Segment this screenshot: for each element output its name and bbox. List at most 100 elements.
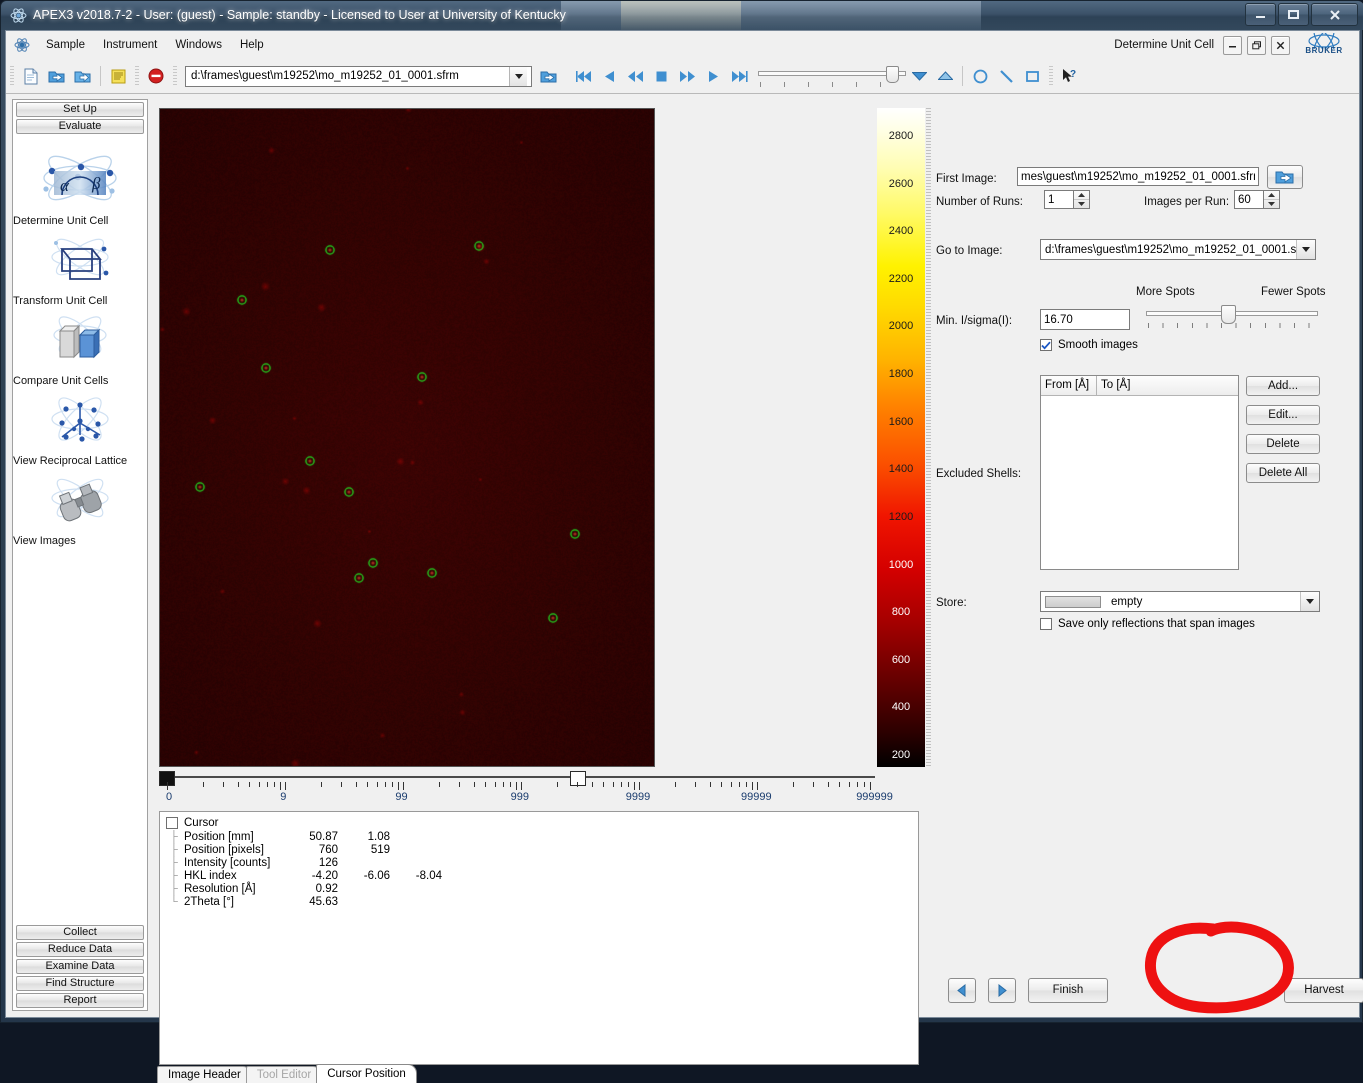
harvest-settings-form: First Image: Number of Runs: I [936, 99, 1363, 1019]
image-navigation-slider[interactable] [758, 63, 906, 89]
sidebar-button-collect[interactable]: Collect [16, 925, 144, 940]
cursor-value-rows: ├ Position [mm] 50.87 1.08 ├ Position [pixels… [170, 830, 918, 908]
tab-image-header[interactable]: Image Header [157, 1066, 252, 1083]
min-isigma-input[interactable] [1040, 309, 1130, 330]
play-icon[interactable] [700, 63, 726, 89]
sidebar-item-view-images[interactable]: View Images [13, 458, 147, 538]
spot-slider-thumb[interactable] [1221, 305, 1236, 324]
images-stepper-down[interactable] [1264, 200, 1279, 208]
previous-image-icon[interactable] [596, 63, 622, 89]
line-tool-icon[interactable] [993, 63, 1019, 89]
sidebar-item-compare-unit-cells[interactable]: Compare Unit Cells [13, 298, 147, 378]
previous-step-button[interactable] [948, 978, 976, 1003]
sidebar-button-report[interactable]: Report [16, 993, 144, 1008]
window-minimize-button[interactable] [1245, 3, 1276, 26]
ruler-tick [516, 782, 517, 790]
sidebar-button-set-up[interactable]: Set Up [16, 102, 144, 117]
sidebar-button-examine-data[interactable]: Examine Data [16, 959, 144, 974]
harvest-button[interactable]: Harvest [1284, 978, 1363, 1003]
rewind-icon[interactable] [622, 63, 648, 89]
frame-path-input[interactable] [189, 67, 509, 86]
shell-delete-button[interactable]: Delete [1246, 434, 1320, 454]
images-stepper-up[interactable] [1264, 191, 1279, 200]
ruler-label: 0 [166, 791, 172, 803]
stop-icon[interactable] [143, 63, 169, 89]
sidebar-button-reduce-data[interactable]: Reduce Data [16, 942, 144, 957]
stop-square-icon[interactable] [648, 63, 674, 89]
smooth-images-checkbox[interactable] [1040, 339, 1052, 351]
first-image-icon[interactable] [570, 63, 596, 89]
mdi-restore-button[interactable] [1247, 36, 1266, 55]
menu-item-help[interactable]: Help [231, 36, 273, 54]
rectangle-tool-icon[interactable] [1019, 63, 1045, 89]
cursor-row-value-2: 1.08 [338, 831, 390, 843]
tab-cursor-position[interactable]: Cursor Position [316, 1064, 417, 1083]
menu-item-instrument[interactable]: Instrument [94, 36, 166, 54]
sidebar-button-find-structure[interactable]: Find Structure [16, 976, 144, 991]
fast-forward-icon[interactable] [674, 63, 700, 89]
toolbar-grip-4[interactable] [1049, 66, 1053, 86]
ruler-tick [459, 782, 460, 787]
store-dropdown-arrow[interactable] [1300, 592, 1319, 611]
frame-path-combo[interactable] [185, 66, 532, 87]
tree-connector-icon: └ [170, 896, 184, 908]
colorbar-tick-label: 1600 [877, 416, 925, 428]
shell-edit-button[interactable]: Edit... [1246, 405, 1320, 425]
next-step-button[interactable] [988, 978, 1016, 1003]
finish-button[interactable]: Finish [1028, 978, 1108, 1003]
window-buttons [1245, 3, 1358, 26]
intensity-scale-ruler[interactable]: 0 9 99 999 9999 99999 999999 [159, 771, 875, 809]
store-combo[interactable]: empty [1040, 591, 1320, 612]
window-maximize-button[interactable] [1278, 3, 1309, 26]
mdi-close-button[interactable] [1271, 36, 1290, 55]
open-folder-icon[interactable] [44, 63, 70, 89]
last-image-icon[interactable] [726, 63, 752, 89]
window-close-button[interactable] [1311, 3, 1358, 26]
shell-add-button[interactable]: Add... [1246, 376, 1320, 396]
runs-stepper-up[interactable] [1074, 191, 1089, 200]
menu-item-windows[interactable]: Windows [166, 36, 231, 54]
sidebar-item-view-reciprocal-lattice[interactable]: View Reciprocal Lattice [13, 378, 147, 458]
slider-thumb[interactable] [886, 66, 899, 83]
tree-connector-icon: ├ [170, 870, 184, 882]
shell-delete-all-button[interactable]: Delete All [1246, 463, 1320, 483]
images-per-run-stepper[interactable] [1264, 190, 1280, 209]
first-image-browse-button[interactable] [1267, 165, 1303, 189]
first-image-input[interactable] [1017, 167, 1259, 186]
toolbar-grip[interactable] [10, 66, 14, 86]
excluded-shells-list[interactable]: From [Å] To [Å] [1040, 375, 1239, 570]
browse-frame-icon[interactable] [536, 63, 562, 89]
toolbar-grip-3[interactable] [173, 66, 177, 86]
menu-item-sample[interactable]: Sample [37, 36, 94, 54]
sidebar-item-transform-unit-cell[interactable]: Transform Unit Cell [13, 218, 147, 298]
notes-icon[interactable] [105, 63, 131, 89]
sidebar-item-determine-unit-cell[interactable]: α β Determine Unit Cell [13, 138, 147, 218]
toolbar-grip-2[interactable] [135, 66, 139, 86]
images-per-run-input[interactable] [1234, 190, 1264, 209]
shell-column-to[interactable]: To [Å] [1097, 376, 1238, 395]
save-span-checkbox[interactable] [1040, 618, 1052, 630]
open-project-icon[interactable] [70, 63, 96, 89]
circle-tool-icon[interactable] [967, 63, 993, 89]
cursor-checkbox[interactable] [166, 817, 178, 829]
new-document-icon[interactable] [18, 63, 44, 89]
runs-stepper-down[interactable] [1074, 200, 1089, 208]
shell-column-from[interactable]: From [Å] [1041, 376, 1097, 395]
toolbar-separator-1 [100, 66, 101, 86]
bruker-logo: BRUKER [1295, 33, 1353, 57]
help-cursor-icon[interactable]: ? [1057, 63, 1083, 89]
go-to-image-combo[interactable]: d:\frames\guest\m19252\mo_m19252_01_0001… [1040, 239, 1316, 260]
number-of-runs-stepper[interactable] [1074, 190, 1090, 209]
number-of-runs-input[interactable] [1044, 190, 1074, 209]
go-to-image-dropdown-arrow[interactable] [1296, 240, 1315, 259]
ruler-tick [510, 782, 511, 787]
up-triangle-icon[interactable] [932, 63, 958, 89]
frame-path-dropdown-arrow[interactable] [509, 67, 527, 86]
spot-threshold-slider[interactable] [1146, 302, 1318, 330]
sidebar-button-evaluate[interactable]: Evaluate [16, 119, 144, 134]
diffraction-image-view[interactable] [159, 108, 655, 767]
ruler-label: 999 [511, 791, 529, 803]
down-triangle-icon[interactable] [906, 63, 932, 89]
mdi-minimize-button[interactable] [1223, 36, 1242, 55]
diffraction-canvas[interactable] [160, 109, 654, 766]
